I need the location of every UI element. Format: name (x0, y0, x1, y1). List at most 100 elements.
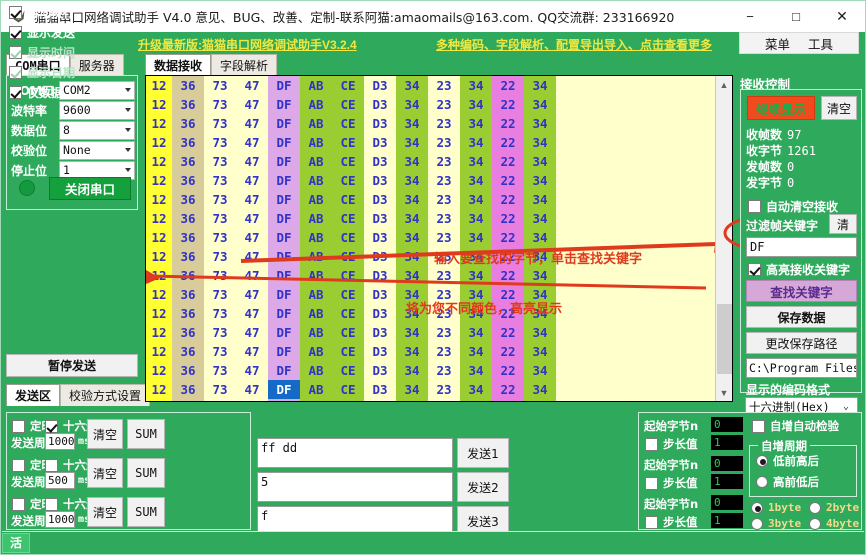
hex-cell[interactable]: DF (268, 228, 300, 247)
hex-cell[interactable]: 47 (236, 285, 268, 304)
hex-cell[interactable]: D3 (364, 133, 396, 152)
checkbox-hex-1-box[interactable] (45, 420, 58, 433)
hex-cell[interactable]: CE (332, 361, 364, 380)
filter-keyword-input[interactable]: DF (746, 237, 857, 257)
hex-cell[interactable]: 47 (236, 342, 268, 361)
hex-cell[interactable]: 36 (172, 247, 204, 266)
tab-server[interactable]: 服务器 (70, 54, 124, 76)
hex-cell[interactable]: DF (268, 361, 300, 380)
hex-cell[interactable]: CE (332, 95, 364, 114)
hex-cell[interactable]: 22 (492, 171, 524, 190)
hex-cell[interactable]: CE (332, 342, 364, 361)
hex-cell[interactable]: D3 (364, 266, 396, 285)
hex-cell[interactable]: AB (300, 342, 332, 361)
checkbox-auto-verify-box[interactable] (752, 420, 765, 433)
radio-3byte-dot[interactable] (751, 518, 763, 530)
hex-cell[interactable]: 73 (204, 76, 236, 95)
hex-cell[interactable]: AB (300, 133, 332, 152)
hex-cell[interactable]: D3 (364, 342, 396, 361)
hex-cell[interactable]: 73 (204, 361, 236, 380)
sum-send-3-button[interactable]: SUM (127, 497, 165, 527)
radio-3byte[interactable]: 3byte (751, 517, 801, 530)
close-serial-button[interactable]: 关闭串口 (49, 177, 131, 200)
hex-cell[interactable]: CE (332, 76, 364, 95)
hex-cell[interactable]: 12 (146, 171, 172, 190)
send-period-1-input[interactable]: 1000 (45, 433, 75, 450)
hex-cell[interactable]: AB (300, 304, 332, 323)
hex-cell[interactable]: CE (332, 323, 364, 342)
start-byte-1-input[interactable]: 0 (711, 417, 743, 432)
hex-cell[interactable]: 34 (460, 76, 492, 95)
hex-cell[interactable]: 73 (204, 266, 236, 285)
checkbox-show-date-box[interactable] (9, 66, 22, 79)
hex-cell[interactable]: 36 (172, 285, 204, 304)
hex-cell[interactable]: 23 (428, 171, 460, 190)
hex-cell[interactable]: 12 (146, 323, 172, 342)
checkbox-step-1[interactable]: 步长值 (645, 436, 698, 452)
sum-send-2-button[interactable]: SUM (127, 458, 165, 488)
step-value-2-input[interactable]: 1 (711, 474, 743, 489)
hex-cell[interactable]: DF (268, 76, 300, 95)
hex-cell[interactable]: 12 (146, 266, 172, 285)
hex-cell[interactable]: 73 (204, 190, 236, 209)
hex-cell[interactable]: 34 (524, 171, 556, 190)
hex-cell[interactable]: D3 (364, 76, 396, 95)
hex-cell[interactable]: CE (332, 380, 364, 399)
upgrade-link[interactable]: 升级最新版:猫猫串口网络调试助手V3.2.4 (138, 36, 357, 53)
hex-cell[interactable]: DF (268, 209, 300, 228)
hex-cell[interactable]: 23 (428, 76, 460, 95)
checkbox-auto-wrap[interactable]: 自动换行 (9, 3, 75, 22)
hex-cell[interactable]: 36 (172, 190, 204, 209)
hex-cell[interactable]: 22 (492, 361, 524, 380)
hex-cell[interactable]: DF (268, 190, 300, 209)
hex-cell[interactable]: D3 (364, 228, 396, 247)
clear-filter-button[interactable]: 清 (829, 214, 857, 234)
hex-cell[interactable]: CE (332, 133, 364, 152)
hex-cell[interactable]: 47 (236, 266, 268, 285)
hex-cell[interactable]: AB (300, 152, 332, 171)
hex-cell[interactable]: D3 (364, 304, 396, 323)
find-keyword-button[interactable]: 查找关键字 (746, 280, 857, 302)
hex-cell[interactable]: 22 (492, 323, 524, 342)
hex-cell[interactable]: AB (300, 76, 332, 95)
hex-cell[interactable]: D3 (364, 285, 396, 304)
checkbox-show-send-box[interactable] (9, 26, 22, 39)
hex-cell[interactable]: 12 (146, 304, 172, 323)
hex-cell[interactable]: 36 (172, 209, 204, 228)
send-period-2-input[interactable]: 500 (45, 472, 75, 489)
start-byte-3-input[interactable]: 0 (711, 495, 743, 510)
radio-high-first-dot[interactable] (756, 476, 768, 488)
hex-cell[interactable]: 23 (428, 266, 460, 285)
checkbox-auto-wrap-box[interactable] (9, 6, 22, 19)
hex-cell[interactable]: 73 (204, 228, 236, 247)
hex-cell[interactable]: D3 (364, 114, 396, 133)
hex-cell[interactable]: 47 (236, 380, 268, 399)
close-button[interactable]: ✕ (819, 1, 865, 32)
hex-cell[interactable]: 47 (236, 228, 268, 247)
hex-cell[interactable]: 73 (204, 152, 236, 171)
hex-cell[interactable]: CE (332, 247, 364, 266)
hex-cell[interactable]: AB (300, 380, 332, 399)
hex-cell[interactable]: 34 (524, 114, 556, 133)
hex-cell[interactable]: CE (332, 152, 364, 171)
checkbox-highlight-keyword-box[interactable] (748, 263, 761, 276)
hex-cell[interactable]: AB (300, 247, 332, 266)
hex-cell[interactable]: 23 (428, 114, 460, 133)
hex-cell[interactable]: 22 (492, 228, 524, 247)
hex-cell[interactable]: 73 (204, 133, 236, 152)
hex-cell[interactable]: 12 (146, 190, 172, 209)
hex-cell[interactable]: 36 (172, 171, 204, 190)
hex-cell[interactable]: CE (332, 171, 364, 190)
hex-cell[interactable]: 73 (204, 247, 236, 266)
checkbox-step-2-box[interactable] (645, 477, 658, 490)
hex-cell[interactable]: 36 (172, 304, 204, 323)
checkbox-step-3-box[interactable] (645, 516, 658, 529)
hex-cell[interactable]: D3 (364, 190, 396, 209)
hex-cell[interactable]: 23 (428, 380, 460, 399)
hex-cell[interactable]: 73 (204, 114, 236, 133)
hex-cell[interactable]: 22 (492, 266, 524, 285)
hex-cell[interactable]: 47 (236, 361, 268, 380)
hex-cell[interactable]: 23 (428, 152, 460, 171)
hex-cell[interactable]: 47 (236, 152, 268, 171)
hex-cell[interactable]: 73 (204, 380, 236, 399)
